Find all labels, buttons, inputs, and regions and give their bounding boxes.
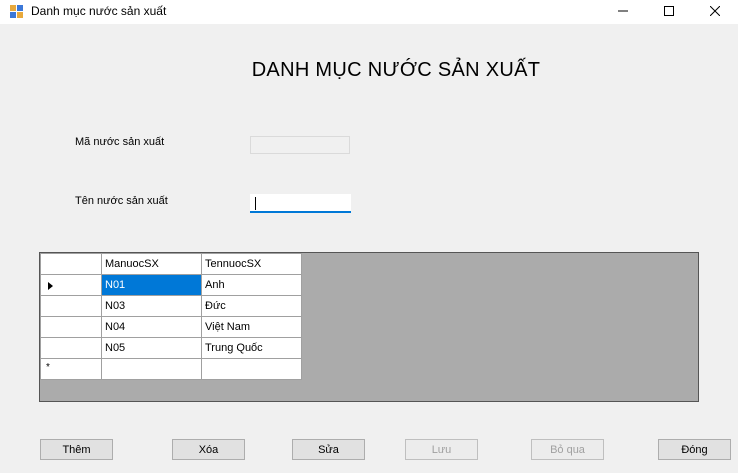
current-row-arrow-icon	[48, 282, 53, 290]
title-bar: Danh mục nước sản xuất	[0, 0, 738, 24]
text-caret	[255, 197, 256, 210]
cell-ma[interactable]	[101, 358, 202, 380]
page-title-row: DANH MỤC NƯỚC SẢN XUẤT	[0, 59, 738, 82]
minimize-icon	[618, 10, 628, 12]
cell-ma[interactable]: N04	[101, 316, 202, 338]
xoa-button[interactable]: Xóa	[172, 439, 245, 460]
boqua-button[interactable]: Bỏ qua	[531, 439, 604, 460]
close-icon	[710, 6, 720, 16]
them-button[interactable]: Thêm	[40, 439, 113, 460]
page-title: DANH MỤC NƯỚC SẢN XUẤT	[251, 59, 541, 81]
cell-ma[interactable]: N03	[101, 295, 202, 317]
table-row[interactable]: N01 Anh	[40, 274, 302, 296]
row-header-corner[interactable]	[40, 253, 102, 275]
table-row[interactable]: N04 Việt Nam	[40, 316, 302, 338]
app-icon	[10, 5, 23, 18]
cell-ten[interactable]: Việt Nam	[201, 316, 302, 338]
sua-button[interactable]: Sửa	[292, 439, 365, 460]
ma-input[interactable]	[250, 136, 350, 154]
grid-table: ManuocSX TennuocSX N01 Anh N03 Đức N04 V…	[40, 253, 302, 380]
column-header-manuocsx[interactable]: ManuocSX	[101, 253, 202, 275]
new-row-marker: *	[46, 362, 50, 373]
table-row[interactable]: N05 Trung Quốc	[40, 337, 302, 359]
cell-ten[interactable]: Anh	[201, 274, 302, 296]
data-grid[interactable]: ManuocSX TennuocSX N01 Anh N03 Đức N04 V…	[39, 252, 699, 402]
table-row[interactable]: N03 Đức	[40, 295, 302, 317]
cell-ten[interactable]: Trung Quốc	[201, 337, 302, 359]
row-header[interactable]	[40, 316, 102, 338]
row-header[interactable]: *	[40, 358, 102, 380]
cell-ma[interactable]: N05	[101, 337, 202, 359]
maximize-icon	[664, 6, 674, 16]
ten-label: Tên nước sản xuất	[75, 195, 168, 207]
ma-label: Mã nước sản xuất	[75, 136, 165, 148]
grid-header-row: ManuocSX TennuocSX	[40, 253, 302, 275]
maximize-button[interactable]	[646, 0, 692, 22]
row-header[interactable]	[40, 274, 102, 296]
minimize-button[interactable]	[600, 0, 646, 22]
cell-ten[interactable]	[201, 358, 302, 380]
cell-ma[interactable]: N01	[101, 274, 202, 296]
row-header[interactable]	[40, 295, 102, 317]
cell-ten[interactable]: Đức	[201, 295, 302, 317]
column-header-tennuocsx[interactable]: TennuocSX	[201, 253, 302, 275]
ten-input[interactable]	[250, 194, 351, 213]
row-header[interactable]	[40, 337, 102, 359]
dong-button[interactable]: Đóng	[658, 439, 731, 460]
luu-button[interactable]: Lưu	[405, 439, 478, 460]
window-title: Danh mục nước sản xuất	[31, 4, 167, 18]
new-row[interactable]: *	[40, 358, 302, 380]
close-button[interactable]	[692, 0, 738, 22]
